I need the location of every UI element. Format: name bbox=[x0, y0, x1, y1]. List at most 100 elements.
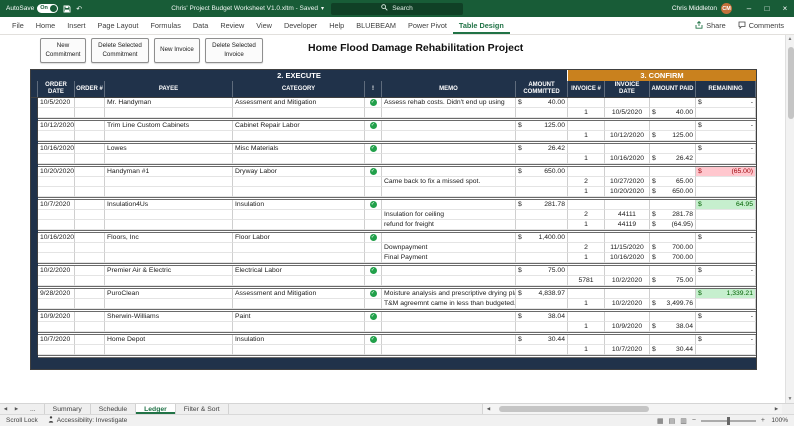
cell-status[interactable]: ✓ bbox=[365, 335, 382, 345]
cell-status[interactable]: ✓ bbox=[365, 266, 382, 276]
new-commitment-button[interactable]: New Commitment bbox=[40, 38, 86, 63]
cell-status[interactable]: ✓ bbox=[365, 121, 382, 131]
cell-payee[interactable]: PuroClean bbox=[105, 289, 233, 299]
cell-amount-committed[interactable]: $40.00 bbox=[516, 98, 568, 108]
cell-amount-paid[interactable] bbox=[650, 200, 696, 210]
cell-status[interactable]: ✓ bbox=[365, 200, 382, 210]
cell-amount-paid[interactable] bbox=[650, 98, 696, 108]
cell-order-date[interactable] bbox=[38, 243, 75, 253]
cell-remaining[interactable]: $ - bbox=[696, 98, 756, 108]
cell-memo[interactable]: Insulation for ceiling bbox=[382, 210, 516, 220]
hscroll-left-icon[interactable]: ◀ bbox=[483, 406, 494, 412]
cell-category[interactable]: Cabinet Repair Labor bbox=[233, 121, 365, 131]
cell-order-date[interactable]: 10/7/2020 bbox=[38, 335, 75, 345]
vscroll-thumb[interactable] bbox=[787, 47, 794, 119]
cell-amount-paid[interactable]: $700.00 bbox=[650, 253, 696, 263]
cell-amount-paid[interactable] bbox=[650, 266, 696, 276]
cell-amount-paid[interactable] bbox=[650, 233, 696, 243]
cell-invoice-num[interactable]: 1 bbox=[568, 299, 605, 309]
cell-category[interactable] bbox=[233, 220, 365, 230]
cell-status[interactable]: ✓ bbox=[365, 98, 382, 108]
cell-memo[interactable] bbox=[382, 276, 516, 286]
cell-remaining[interactable]: $ - bbox=[696, 266, 756, 276]
cell-memo[interactable]: Moisture analysis and prescriptive dryin… bbox=[382, 289, 516, 299]
cell-memo[interactable] bbox=[382, 121, 516, 131]
comments-button[interactable]: Comments bbox=[738, 21, 784, 31]
cell-memo[interactable] bbox=[382, 345, 516, 355]
cell-invoice-date[interactable] bbox=[605, 233, 650, 243]
cell-invoice-date[interactable] bbox=[605, 200, 650, 210]
cell-order-date[interactable] bbox=[38, 299, 75, 309]
cell-category[interactable] bbox=[233, 243, 365, 253]
cell-memo[interactable] bbox=[382, 167, 516, 177]
cell-status[interactable] bbox=[365, 345, 382, 355]
cell-order-num[interactable] bbox=[75, 154, 105, 164]
cell-category[interactable]: Assessment and Mitigation bbox=[233, 98, 365, 108]
cell-order-num[interactable] bbox=[75, 131, 105, 141]
cell-amount-paid[interactable] bbox=[650, 144, 696, 154]
cell-payee[interactable] bbox=[105, 276, 233, 286]
cell-invoice-num[interactable]: 1 bbox=[568, 220, 605, 230]
cell-order-date[interactable]: 10/12/2020 bbox=[38, 121, 75, 131]
cell-memo[interactable]: T&M agreemnt came in less than budgeted. bbox=[382, 299, 516, 309]
cell-amount-committed[interactable]: $125.00 bbox=[516, 121, 568, 131]
ledger-row[interactable]: 9/28/2020 PuroClean Assessment and Mitigat… bbox=[31, 289, 756, 299]
vertical-scrollbar[interactable]: ▲ ▼ bbox=[785, 35, 794, 403]
cell-order-num[interactable] bbox=[75, 345, 105, 355]
cell-payee[interactable]: Trim Line Custom Cabinets bbox=[105, 121, 233, 131]
cell-remaining[interactable]: $ - bbox=[696, 233, 756, 243]
cell-category[interactable] bbox=[233, 108, 365, 118]
new-invoice-button[interactable]: New Invoice bbox=[154, 38, 200, 63]
cell-amount-committed[interactable]: $281.78 bbox=[516, 200, 568, 210]
cell-amount-committed[interactable] bbox=[516, 108, 568, 118]
cell-category[interactable]: Insulation bbox=[233, 335, 365, 345]
cell-order-date[interactable] bbox=[38, 187, 75, 197]
ledger-row[interactable]: 10/7/2020 Insulation4Us Insulation ✓ $281.78… bbox=[31, 200, 756, 210]
cell-payee[interactable] bbox=[105, 154, 233, 164]
hscroll-right-icon[interactable]: ▶ bbox=[771, 406, 782, 412]
cell-order-date[interactable]: 9/28/2020 bbox=[38, 289, 75, 299]
cell-memo[interactable]: Assess rehab costs. Didn't end up using bbox=[382, 98, 516, 108]
cell-category[interactable]: Electrical Labor bbox=[233, 266, 365, 276]
cell-order-num[interactable] bbox=[75, 233, 105, 243]
cell-order-date[interactable] bbox=[38, 253, 75, 263]
cell-amount-paid[interactable]: $65.00 bbox=[650, 177, 696, 187]
cell-amount-committed[interactable]: $75.00 bbox=[516, 266, 568, 276]
cell-category[interactable] bbox=[233, 154, 365, 164]
cell-amount-committed[interactable] bbox=[516, 210, 568, 220]
cell-remaining[interactable] bbox=[696, 131, 756, 141]
share-button[interactable]: Share bbox=[695, 20, 726, 31]
ribbon-tab-power-pivot[interactable]: Power Pivot bbox=[402, 17, 453, 34]
cell-order-num[interactable] bbox=[75, 98, 105, 108]
cell-payee[interactable] bbox=[105, 299, 233, 309]
cell-invoice-num[interactable]: 1 bbox=[568, 187, 605, 197]
minimize-button[interactable]: – bbox=[740, 0, 758, 17]
ledger-row[interactable]: 10/16/2020 Floors, Inc Floor Labor ✓ $1,400.… bbox=[31, 233, 756, 243]
cell-category[interactable]: Floor Labor bbox=[233, 233, 365, 243]
cell-amount-paid[interactable]: $281.78 bbox=[650, 210, 696, 220]
view-page-break-icon[interactable]: ▥ bbox=[680, 417, 687, 425]
zoom-slider[interactable] bbox=[700, 416, 756, 425]
cell-invoice-date[interactable] bbox=[605, 335, 650, 345]
cell-invoice-num[interactable]: 5781 bbox=[568, 276, 605, 286]
ledger-row[interactable]: T&M agreemnt came in less than budgeted.… bbox=[31, 299, 756, 309]
cell-status[interactable] bbox=[365, 131, 382, 141]
cell-amount-committed[interactable]: $26.42 bbox=[516, 144, 568, 154]
cell-order-date[interactable] bbox=[38, 131, 75, 141]
cell-payee[interactable] bbox=[105, 187, 233, 197]
cell-status[interactable]: ✓ bbox=[365, 167, 382, 177]
cell-amount-paid[interactable]: $650.00 bbox=[650, 187, 696, 197]
undo-icon[interactable]: ↶ bbox=[76, 5, 82, 13]
ledger-row[interactable]: 10/7/2020 Home Depot Insulation ✓ $30.44 $ - bbox=[31, 335, 756, 345]
cell-order-date[interactable]: 10/5/2020 bbox=[38, 98, 75, 108]
cell-invoice-num[interactable]: 1 bbox=[568, 131, 605, 141]
cell-amount-paid[interactable]: $40.00 bbox=[650, 108, 696, 118]
cell-amount-committed[interactable] bbox=[516, 276, 568, 286]
cell-order-date[interactable] bbox=[38, 322, 75, 332]
ribbon-tab-help[interactable]: Help bbox=[323, 17, 350, 34]
cell-remaining[interactable] bbox=[696, 210, 756, 220]
cell-amount-paid[interactable] bbox=[650, 335, 696, 345]
cell-order-num[interactable] bbox=[75, 335, 105, 345]
cell-invoice-num[interactable]: 1 bbox=[568, 253, 605, 263]
cell-payee[interactable] bbox=[105, 243, 233, 253]
